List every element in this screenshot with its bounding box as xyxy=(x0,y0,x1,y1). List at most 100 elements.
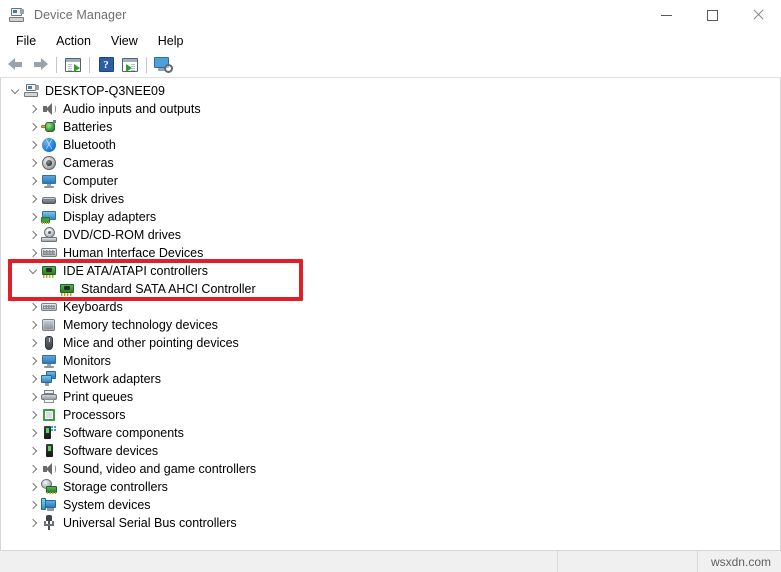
expand-toggle[interactable] xyxy=(25,406,41,424)
expand-toggle[interactable] xyxy=(25,154,41,172)
memory-tech-icon xyxy=(41,317,57,333)
expand-toggle[interactable] xyxy=(25,262,41,280)
monitor-icon xyxy=(41,173,57,189)
scan-hardware-changes-button[interactable] xyxy=(151,54,175,76)
device-tree-panel[interactable]: DESKTOP-Q3NEE09 Audio inputs and outputs… xyxy=(0,78,781,550)
tree-node-label: Storage controllers xyxy=(63,480,168,494)
close-button[interactable] xyxy=(735,0,781,30)
chevron-right-icon xyxy=(29,393,38,402)
tree-node[interactable]: Standard SATA AHCI Controller xyxy=(1,280,780,298)
site-watermark: wsxdn.com xyxy=(710,554,771,569)
chevron-down-icon xyxy=(29,267,38,276)
maximize-button[interactable] xyxy=(689,0,735,30)
expand-toggle[interactable] xyxy=(25,496,41,514)
help-button[interactable]: ? xyxy=(94,54,118,76)
tree-node[interactable]: Computer xyxy=(1,172,780,190)
menu-action[interactable]: Action xyxy=(46,32,101,50)
chevron-right-icon xyxy=(29,123,38,132)
expand-toggle-root[interactable] xyxy=(7,82,23,100)
expand-toggle[interactable] xyxy=(25,172,41,190)
expand-toggle[interactable] xyxy=(25,118,41,136)
tree-node[interactable]: ᚷ Bluetooth xyxy=(1,136,780,154)
tree-node[interactable]: Network adapters xyxy=(1,370,780,388)
tree-node[interactable]: Sound, video and game controllers xyxy=(1,460,780,478)
tree-node[interactable]: Monitors xyxy=(1,352,780,370)
tree-node-label: Bluetooth xyxy=(63,138,116,152)
tree-node-label: Processors xyxy=(63,408,126,422)
expand-toggle[interactable] xyxy=(25,442,41,460)
computer-root-icon xyxy=(23,83,39,99)
expand-toggle[interactable] xyxy=(25,100,41,118)
tree-node[interactable]: Cameras xyxy=(1,154,780,172)
status-pane-message xyxy=(0,551,558,572)
tree-node[interactable]: Audio inputs and outputs xyxy=(1,100,780,118)
chevron-right-icon xyxy=(29,357,38,366)
expand-toggle[interactable] xyxy=(25,352,41,370)
minimize-button[interactable] xyxy=(643,0,689,30)
expand-toggle[interactable] xyxy=(25,478,41,496)
tree-node-label: Software components xyxy=(63,426,184,440)
forward-arrow-icon xyxy=(32,58,48,71)
menu-file[interactable]: File xyxy=(6,32,46,50)
tree-node[interactable]: Mice and other pointing devices xyxy=(1,334,780,352)
minimize-icon xyxy=(660,14,672,16)
expand-toggle[interactable] xyxy=(25,298,41,316)
keyboard-icon xyxy=(41,299,57,315)
dvd-drive-icon xyxy=(41,227,57,243)
expand-toggle[interactable] xyxy=(25,388,41,406)
properties-button[interactable] xyxy=(118,54,142,76)
tree-node[interactable]: Software components xyxy=(1,424,780,442)
expand-toggle[interactable] xyxy=(25,424,41,442)
tree-node[interactable]: Processors xyxy=(1,406,780,424)
help-question-icon: ? xyxy=(98,57,114,72)
tree-node[interactable]: Batteries xyxy=(1,118,780,136)
expand-toggle[interactable] xyxy=(25,334,41,352)
title-bar: Device Manager xyxy=(0,0,781,30)
device-tree: DESKTOP-Q3NEE09 Audio inputs and outputs… xyxy=(1,78,780,532)
window-title: Device Manager xyxy=(34,8,127,22)
expand-toggle[interactable] xyxy=(25,316,41,334)
tree-node[interactable]: Display adapters xyxy=(1,208,780,226)
software-component-icon xyxy=(41,425,57,441)
expand-toggle[interactable] xyxy=(25,514,41,532)
ide-controller-icon xyxy=(59,281,75,297)
chevron-right-icon xyxy=(29,411,38,420)
tree-node[interactable]: Human Interface Devices xyxy=(1,244,780,262)
tree-node[interactable]: Disk drives xyxy=(1,190,780,208)
expand-toggle[interactable] xyxy=(25,208,41,226)
show-hide-console-tree-button[interactable] xyxy=(61,54,85,76)
expand-toggle[interactable] xyxy=(25,226,41,244)
ide-controller-icon xyxy=(41,263,57,279)
menu-help[interactable]: Help xyxy=(148,32,194,50)
forward-button[interactable] xyxy=(28,54,52,76)
tree-node[interactable]: IDE ATA/ATAPI controllers xyxy=(1,262,780,280)
scan-hardware-changes-icon xyxy=(154,57,173,73)
tree-node[interactable]: Print queues xyxy=(1,388,780,406)
expand-toggle[interactable] xyxy=(25,190,41,208)
menu-view[interactable]: View xyxy=(101,32,148,50)
tree-node[interactable]: DVD/CD-ROM drives xyxy=(1,226,780,244)
chevron-right-icon xyxy=(29,321,38,330)
monitor-icon xyxy=(41,353,57,369)
tree-node[interactable]: Storage controllers xyxy=(1,478,780,496)
tree-node-root[interactable]: DESKTOP-Q3NEE09 xyxy=(1,82,780,100)
toolbar: ? xyxy=(0,52,781,78)
expand-toggle[interactable] xyxy=(25,370,41,388)
tree-node-label: Disk drives xyxy=(63,192,125,206)
tree-node[interactable]: Memory technology devices xyxy=(1,316,780,334)
tree-node[interactable]: System devices xyxy=(1,496,780,514)
tree-node-label: Software devices xyxy=(63,444,159,458)
printer-icon xyxy=(41,389,57,405)
back-button[interactable] xyxy=(4,54,28,76)
tree-node[interactable]: Software devices xyxy=(1,442,780,460)
expand-toggle[interactable] xyxy=(25,136,41,154)
expand-toggle[interactable] xyxy=(25,244,41,262)
expand-toggle[interactable] xyxy=(25,460,41,478)
status-pane-secondary xyxy=(558,551,698,572)
tree-node[interactable]: Universal Serial Bus controllers xyxy=(1,514,780,532)
chevron-right-icon xyxy=(29,483,38,492)
tree-node-label: Sound, video and game controllers xyxy=(63,462,257,476)
chevron-right-icon xyxy=(29,231,38,240)
tree-node-label: Universal Serial Bus controllers xyxy=(63,516,237,530)
tree-node[interactable]: Keyboards xyxy=(1,298,780,316)
